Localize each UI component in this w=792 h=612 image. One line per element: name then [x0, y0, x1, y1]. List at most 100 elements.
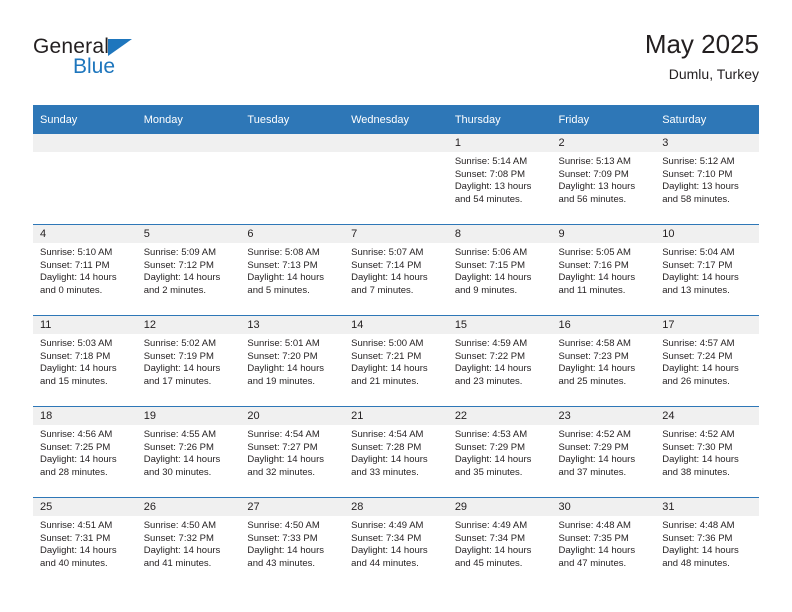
daylight-text-line1: Daylight: 14 hours	[247, 272, 324, 284]
calendar-day-number	[33, 134, 137, 152]
calendar-day-cell[interactable]: 22 Sunrise: 4:53 AM Sunset: 7:29 PM Dayligh…	[447, 407, 552, 497]
calendar-day-details: Sunrise: 4:49 AM Sunset: 7:34 PM Daylight:…	[448, 516, 552, 570]
sunrise-text: Sunrise: 4:48 AM	[558, 520, 631, 531]
daylight-text-line2: and 2 minutes.	[143, 284, 207, 296]
calendar-cell-empty	[136, 134, 241, 224]
sunset-text: Sunset: 7:21 PM	[351, 350, 422, 362]
daylight-text-line2: and 47 minutes.	[558, 557, 627, 569]
daylight-text-line1: Daylight: 14 hours	[40, 363, 117, 375]
calendar-day-details: Sunrise: 5:03 AM Sunset: 7:18 PM Daylight:…	[33, 334, 137, 388]
calendar-day-cell[interactable]: 25 Sunrise: 4:51 AM Sunset: 7:31 PM Dayligh…	[33, 498, 137, 588]
sunrise-text: Sunrise: 5:00 AM	[351, 338, 424, 349]
sunset-text: Sunset: 7:31 PM	[40, 532, 111, 544]
calendar-day-number: 26	[136, 498, 241, 516]
daylight-text-line1: Daylight: 14 hours	[40, 454, 117, 466]
calendar-day-cell[interactable]: 16 Sunrise: 4:58 AM Sunset: 7:23 PM Dayligh…	[551, 316, 656, 406]
daylight-text-line2: and 0 minutes.	[40, 284, 103, 296]
sunrise-text: Sunrise: 5:03 AM	[40, 338, 113, 349]
daylight-text-line2: and 13 minutes.	[662, 284, 730, 296]
calendar-day-details: Sunrise: 4:50 AM Sunset: 7:33 PM Daylight:…	[240, 516, 344, 570]
calendar-day-cell[interactable]: 28 Sunrise: 4:49 AM Sunset: 7:34 PM Dayligh…	[344, 498, 448, 588]
calendar-day-cell[interactable]: 12 Sunrise: 5:02 AM Sunset: 7:19 PM Dayligh…	[136, 316, 241, 406]
calendar-day-details: Sunrise: 4:48 AM Sunset: 7:36 PM Daylight:…	[655, 516, 759, 570]
calendar-day-cell[interactable]: 21 Sunrise: 4:54 AM Sunset: 7:28 PM Dayligh…	[344, 407, 448, 497]
calendar-day-number: 16	[551, 316, 656, 334]
brand-logo[interactable]: General Blue	[33, 36, 263, 77]
calendar-day-cell[interactable]: 11 Sunrise: 5:03 AM Sunset: 7:18 PM Dayligh…	[33, 316, 137, 406]
sunset-text: Sunset: 7:09 PM	[558, 168, 629, 180]
sunrise-text: Sunrise: 4:49 AM	[454, 520, 528, 531]
daylight-text-line1: Daylight: 14 hours	[247, 545, 324, 557]
calendar-day-details: Sunrise: 4:51 AM Sunset: 7:31 PM Daylight:…	[33, 516, 137, 570]
brand-name-general: General	[33, 35, 110, 58]
sunrise-text: Sunrise: 5:09 AM	[143, 247, 217, 258]
daylight-text-line2: and 54 minutes.	[454, 193, 523, 205]
page-title: May 2025	[644, 29, 759, 59]
calendar-day-cell[interactable]: 17 Sunrise: 4:57 AM Sunset: 7:24 PM Dayligh…	[655, 316, 759, 406]
daylight-text-line1: Daylight: 14 hours	[558, 272, 636, 284]
sunrise-text: Sunrise: 4:52 AM	[558, 429, 631, 440]
calendar-day-number: 2	[551, 134, 656, 152]
daylight-text-line2: and 35 minutes.	[454, 466, 523, 478]
sunset-text: Sunset: 7:30 PM	[662, 441, 733, 453]
calendar-day-cell[interactable]: 5 Sunrise: 5:09 AM Sunset: 7:12 PM Daylight…	[136, 225, 241, 315]
calendar-day-details: Sunrise: 5:09 AM Sunset: 7:12 PM Daylight:…	[137, 243, 241, 297]
daylight-text-line2: and 15 minutes.	[40, 375, 108, 387]
calendar-day-number: 19	[136, 407, 241, 425]
calendar-day-number: 21	[344, 407, 448, 425]
calendar-day-number: 10	[655, 225, 759, 243]
calendar-day-details: Sunrise: 4:52 AM Sunset: 7:29 PM Daylight:…	[552, 425, 656, 479]
weekday-header-sunday: Sunday	[33, 105, 137, 134]
calendar-day-cell[interactable]: 23 Sunrise: 4:52 AM Sunset: 7:29 PM Dayligh…	[551, 407, 656, 497]
calendar-day-cell[interactable]: 13 Sunrise: 5:01 AM Sunset: 7:20 PM Dayligh…	[240, 316, 345, 406]
calendar-day-cell[interactable]: 14 Sunrise: 5:00 AM Sunset: 7:21 PM Dayligh…	[344, 316, 448, 406]
daylight-text-line1: Daylight: 14 hours	[40, 545, 117, 557]
calendar-day-cell[interactable]: 29 Sunrise: 4:49 AM Sunset: 7:34 PM Dayligh…	[447, 498, 552, 588]
calendar-week-row: 11 Sunrise: 5:03 AM Sunset: 7:18 PM Dayligh…	[33, 315, 759, 407]
sunrise-text: Sunrise: 4:59 AM	[454, 338, 528, 349]
daylight-text-line2: and 38 minutes.	[662, 466, 730, 478]
sunset-text: Sunset: 7:24 PM	[662, 350, 733, 362]
calendar-day-number: 4	[33, 225, 137, 243]
calendar-day-number: 20	[240, 407, 345, 425]
calendar-day-cell[interactable]: 18 Sunrise: 4:56 AM Sunset: 7:25 PM Dayligh…	[33, 407, 137, 497]
daylight-text-line1: Daylight: 14 hours	[662, 272, 739, 284]
calendar-day-cell[interactable]: 6 Sunrise: 5:08 AM Sunset: 7:13 PM Daylight…	[240, 225, 345, 315]
sunset-text: Sunset: 7:11 PM	[40, 259, 110, 271]
calendar-day-cell[interactable]: 7 Sunrise: 5:07 AM Sunset: 7:14 PM Daylight…	[344, 225, 448, 315]
daylight-text-line1: Daylight: 13 hours	[662, 181, 739, 193]
calendar-day-cell[interactable]: 1 Sunrise: 5:14 AM Sunset: 7:08 PM Daylight…	[447, 134, 552, 224]
daylight-text-line1: Daylight: 14 hours	[662, 454, 739, 466]
daylight-text-line1: Daylight: 14 hours	[454, 272, 532, 284]
calendar-day-cell[interactable]: 10 Sunrise: 5:04 AM Sunset: 7:17 PM Dayligh…	[655, 225, 759, 315]
calendar-day-cell[interactable]: 24 Sunrise: 4:52 AM Sunset: 7:30 PM Dayligh…	[655, 407, 759, 497]
calendar-day-cell[interactable]: 15 Sunrise: 4:59 AM Sunset: 7:22 PM Dayligh…	[447, 316, 552, 406]
calendar-day-details: Sunrise: 4:58 AM Sunset: 7:23 PM Daylight:…	[552, 334, 656, 388]
calendar-day-cell[interactable]: 26 Sunrise: 4:50 AM Sunset: 7:32 PM Dayligh…	[136, 498, 241, 588]
calendar-day-cell[interactable]: 3 Sunrise: 5:12 AM Sunset: 7:10 PM Daylight…	[655, 134, 759, 224]
daylight-text-line2: and 19 minutes.	[247, 375, 316, 387]
calendar-day-cell[interactable]: 20 Sunrise: 4:54 AM Sunset: 7:27 PM Dayligh…	[240, 407, 345, 497]
sunrise-text: Sunrise: 4:56 AM	[40, 429, 113, 440]
sunset-text: Sunset: 7:29 PM	[558, 441, 629, 453]
calendar-day-cell[interactable]: 4 Sunrise: 5:10 AM Sunset: 7:11 PM Daylight…	[33, 225, 137, 315]
calendar-day-number: 15	[447, 316, 552, 334]
calendar-day-cell[interactable]: 19 Sunrise: 4:55 AM Sunset: 7:26 PM Dayligh…	[136, 407, 241, 497]
sunset-text: Sunset: 7:12 PM	[143, 259, 214, 271]
calendar-day-cell[interactable]: 8 Sunrise: 5:06 AM Sunset: 7:15 PM Daylight…	[447, 225, 552, 315]
calendar-week-row: 18 Sunrise: 4:56 AM Sunset: 7:25 PM Dayligh…	[33, 406, 759, 498]
calendar-day-details: Sunrise: 4:54 AM Sunset: 7:28 PM Daylight:…	[344, 425, 448, 479]
sunrise-text: Sunrise: 5:13 AM	[558, 156, 631, 167]
daylight-text-line1: Daylight: 13 hours	[558, 181, 636, 193]
calendar-day-cell[interactable]: 30 Sunrise: 4:48 AM Sunset: 7:35 PM Dayligh…	[551, 498, 656, 588]
daylight-text-line1: Daylight: 14 hours	[143, 454, 221, 466]
sunset-text: Sunset: 7:18 PM	[40, 350, 111, 362]
calendar-day-cell[interactable]: 2 Sunrise: 5:13 AM Sunset: 7:09 PM Daylight…	[551, 134, 656, 224]
calendar-day-cell[interactable]: 27 Sunrise: 4:50 AM Sunset: 7:33 PM Dayligh…	[240, 498, 345, 588]
calendar-day-details: Sunrise: 5:04 AM Sunset: 7:17 PM Daylight:…	[655, 243, 759, 297]
calendar-day-cell[interactable]: 31 Sunrise: 4:48 AM Sunset: 7:36 PM Dayligh…	[655, 498, 759, 588]
daylight-text-line1: Daylight: 14 hours	[247, 363, 324, 375]
calendar-day-cell[interactable]: 9 Sunrise: 5:05 AM Sunset: 7:16 PM Daylight…	[551, 225, 656, 315]
calendar-cell-empty	[33, 134, 137, 224]
calendar-day-details: Sunrise: 5:06 AM Sunset: 7:15 PM Daylight:…	[448, 243, 552, 297]
